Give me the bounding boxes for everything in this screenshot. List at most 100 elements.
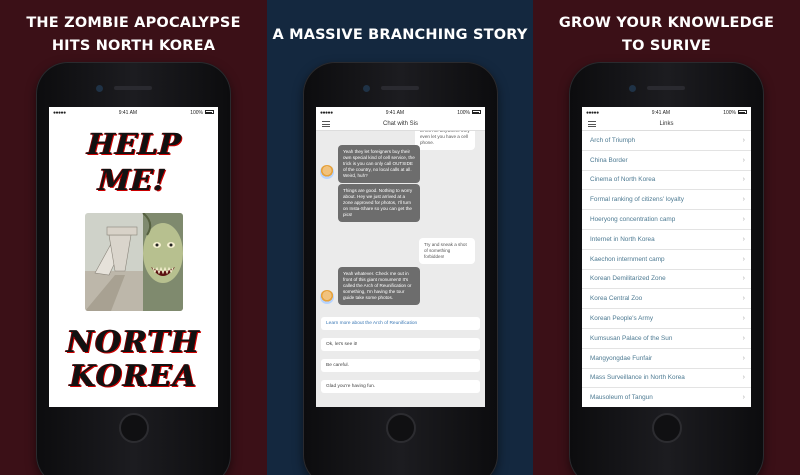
list-item[interactable]: Kumsusan Palace of the Sun › <box>582 329 751 349</box>
avatar <box>320 290 334 304</box>
list-item-label: China Border <box>590 156 628 164</box>
signal-icon: ●●●●● <box>586 109 599 116</box>
avatar <box>320 165 334 179</box>
chevron-right-icon: › <box>742 295 745 303</box>
promo-panel-links: GROW YOUR KNOWLEDGE TO SURIVE ●●●●● 9:41… <box>533 0 800 475</box>
chevron-right-icon: › <box>742 275 745 283</box>
list-item[interactable]: Korean Demilitarized Zone › <box>582 270 751 290</box>
learn-more-link[interactable]: Learn more about the Arch of Reunificati… <box>321 317 480 330</box>
phone-frame: ●●●●● 9:41 AM 100% Links Arch of Triumph… <box>569 62 764 475</box>
chevron-right-icon: › <box>742 235 745 243</box>
chat-navbar: Chat with Sis <box>316 118 485 131</box>
list-item[interactable]: Formal ranking of citizens' loyalty › <box>582 190 751 211</box>
chevron-right-icon: › <box>742 334 745 342</box>
home-button[interactable] <box>119 413 149 443</box>
chat-title: Chat with Sis <box>382 121 418 127</box>
list-item[interactable]: Hoeryong concentration camp › <box>582 210 751 230</box>
north-korea-line-1: NORTH <box>66 325 201 360</box>
chevron-right-icon: › <box>742 354 745 362</box>
chevron-right-icon: › <box>742 156 745 164</box>
status-bar: ●●●●● 9:41 AM 100% <box>582 107 751 118</box>
message-bubble-incoming: Yeah they let foreigners buy their own s… <box>338 145 420 183</box>
list-item-label: Korea Central Zoo <box>590 295 643 303</box>
promo-panel-zombie: THE ZOMBIE APOCALYPSE HITS NORTH KOREA ●… <box>0 0 267 475</box>
status-time: 9:41 AM <box>385 109 405 116</box>
home-button[interactable] <box>386 413 416 443</box>
list-item[interactable]: Mausoleum of Tangun › <box>582 388 751 407</box>
phone-screen-links: ●●●●● 9:41 AM 100% Links Arch of Triumph… <box>582 107 751 407</box>
headline-line-1: THE ZOMBIE APOCALYPSE <box>26 15 241 31</box>
list-item[interactable]: Cinema of North Korea › <box>582 171 751 191</box>
north-korea-line-2: KOREA <box>69 359 198 394</box>
list-item[interactable]: Internet in North Korea › <box>582 230 751 250</box>
battery-icon <box>204 110 214 115</box>
list-item-label: Mass Surveillance in North Korea <box>590 374 685 382</box>
learn-more-link-text: Learn more about the Arch of Reunificati… <box>326 321 418 326</box>
list-item-label: Internet in North Korea <box>590 235 655 243</box>
list-item-label: Mausoleum of Tangun <box>590 394 653 402</box>
north-korea-title: NORTH KOREA <box>49 326 218 394</box>
speaker-grille <box>114 86 152 90</box>
phone-screen-chat: ●●●●● 9:41 AM 100% Chat with Sis to tell… <box>316 107 485 407</box>
chevron-right-icon: › <box>742 176 745 184</box>
status-time: 9:41 AM <box>651 109 671 116</box>
list-item-label: Hoeryong concentration camp <box>590 216 676 224</box>
status-bar: ●●●●● 9:41 AM 100% <box>316 107 485 118</box>
home-button[interactable] <box>652 413 682 443</box>
headline-line-1: GROW YOUR KNOWLEDGE <box>558 15 775 31</box>
help-me-title: HELP ME! <box>86 127 183 197</box>
chevron-right-icon: › <box>742 216 745 224</box>
list-item[interactable]: Arch of Triumph › <box>582 131 751 151</box>
battery-icon <box>471 110 481 115</box>
battery-icon <box>737 110 747 115</box>
list-item[interactable]: Korea Central Zoo › <box>582 289 751 310</box>
message-bubble-outgoing: to tell me anywhere they even let you ha… <box>415 131 475 150</box>
chevron-right-icon: › <box>742 374 745 382</box>
message-bubble-incoming: Yeah whatever. Check me out in front of … <box>338 267 420 305</box>
status-bar: ●●●●● 9:41 AM 100% <box>49 107 218 118</box>
status-time: 9:41 AM <box>118 109 138 116</box>
chevron-right-icon: › <box>742 315 745 323</box>
phone-screen-title: ●●●●● 9:41 AM 100% HELP ME! NORTH KOREA <box>49 107 218 407</box>
panel-headline: THE ZOMBIE APOCALYPSE HITS NORTH KOREA <box>0 12 267 58</box>
list-item[interactable]: Mangyongdae Funfair › <box>582 349 751 369</box>
panel-headline: A MASSIVE BRANCHING STORY <box>272 27 528 43</box>
phone-frame: ●●●●● 9:41 AM 100% Chat with Sis to tell… <box>303 62 498 475</box>
zombie-arch-artwork <box>84 213 183 311</box>
list-item[interactable]: Korean People's Army › <box>582 309 751 329</box>
list-item-label: Korean People's Army <box>590 315 654 323</box>
message-bubble-outgoing: Try and sneak a shot of something forbid… <box>419 238 475 264</box>
headline-line-2: TO SURIVE <box>622 38 711 54</box>
panel-headline: GROW YOUR KNOWLEDGE TO SURIVE <box>533 12 800 58</box>
headline-line-2: HITS NORTH KOREA <box>51 38 216 54</box>
list-item[interactable]: China Border › <box>582 151 751 171</box>
chevron-right-icon: › <box>742 255 745 263</box>
speaker-grille <box>381 86 419 90</box>
battery-percent: 100% <box>723 109 736 116</box>
reply-choice[interactable]: Glad you're having fun. <box>321 380 480 393</box>
speaker-grille <box>647 86 685 90</box>
chat-thread[interactable]: to tell me anywhere they even let you ha… <box>316 131 485 407</box>
links-list: Arch of Triumph › China Border › Cinema of N… <box>582 131 751 407</box>
links-navbar: Links <box>582 118 751 131</box>
list-item[interactable]: Mass Surveillance in North Korea › <box>582 369 751 389</box>
chevron-right-icon: › <box>742 136 745 144</box>
list-item-label: Arch of Triumph <box>590 136 636 144</box>
reply-choice[interactable]: Be careful. <box>321 359 480 372</box>
list-item-label: Korean Demilitarized Zone <box>590 275 666 283</box>
links-title: Links <box>659 121 674 127</box>
camera-icon <box>363 85 370 92</box>
list-item[interactable]: Kaechon internment camp › <box>582 250 751 270</box>
reply-choice[interactable]: Ok, let's see it! <box>321 338 480 351</box>
signal-icon: ●●●●● <box>53 109 66 116</box>
chevron-right-icon: › <box>742 196 745 204</box>
battery-percent: 100% <box>457 109 470 116</box>
camera-icon <box>629 85 636 92</box>
promo-panel-chat: A MASSIVE BRANCHING STORY ●●●●● 9:41 AM … <box>267 0 533 475</box>
camera-icon <box>96 85 103 92</box>
chevron-right-icon: › <box>742 394 745 402</box>
list-item-label: Kumsusan Palace of the Sun <box>590 334 673 342</box>
signal-icon: ●●●●● <box>320 109 333 116</box>
message-bubble-incoming: Things are good. Nothing to worry about.… <box>338 184 420 222</box>
phone-frame: ●●●●● 9:41 AM 100% HELP ME! NORTH KOREA <box>36 62 231 475</box>
